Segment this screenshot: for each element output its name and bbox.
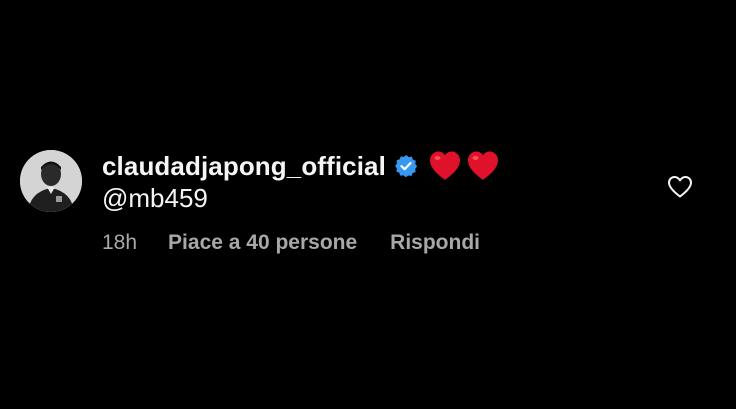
red-heart-emoji-2 xyxy=(466,150,500,182)
red-heart-emoji-1 xyxy=(428,150,462,182)
comment-row: claudadjapong_official @mb459 18h Piace … xyxy=(0,0,736,409)
avatar[interactable] xyxy=(20,150,82,212)
avatar-photo xyxy=(20,150,82,212)
comment-text[interactable]: @mb459 xyxy=(102,183,208,214)
reply-button[interactable]: Rispondi xyxy=(390,231,480,255)
verified-badge-icon xyxy=(394,154,418,178)
heart-outline-icon[interactable] xyxy=(667,175,693,199)
username-line: claudadjapong_official xyxy=(102,148,504,184)
comment-timestamp: 18h xyxy=(102,231,138,254)
username[interactable]: claudadjapong_official xyxy=(102,151,386,182)
likes-count-link[interactable]: Piace a 40 persone xyxy=(168,231,357,255)
comment-meta: 18h Piace a 40 persone Rispondi xyxy=(102,231,480,255)
